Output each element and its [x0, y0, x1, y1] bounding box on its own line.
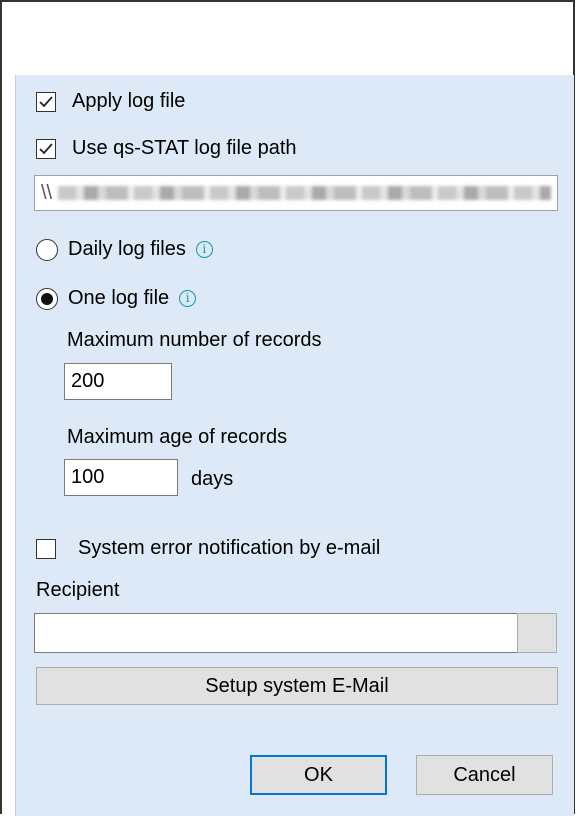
content-panel: Apply log file Use qs-STAT log file path… — [15, 75, 574, 816]
one-log-file-radio[interactable] — [36, 287, 58, 310]
one-log-file-row[interactable]: One log file i — [36, 287, 197, 310]
log-file-path-redacted — [58, 186, 551, 200]
check-icon — [39, 142, 53, 154]
log-file-path-prefix: \\ — [41, 181, 53, 204]
setup-email-button[interactable]: Setup system E-Mail — [36, 667, 558, 705]
log-file-path-field[interactable]: \\ — [34, 175, 558, 211]
apply-log-file-label: Apply log file — [72, 90, 186, 112]
days-label: days — [191, 468, 234, 490]
check-icon — [39, 95, 53, 107]
use-path-label: Use qs-STAT log file path — [72, 137, 297, 159]
daily-log-files-radio[interactable] — [36, 238, 58, 261]
max-records-label: Maximum number of records — [67, 329, 322, 351]
log-settings-dialog: Apply log file Use qs-STAT log file path… — [0, 0, 575, 816]
recipient-browse-button[interactable] — [517, 613, 557, 653]
max-age-label: Maximum age of records — [67, 426, 288, 448]
daily-log-files-row[interactable]: Daily log files i — [36, 238, 213, 261]
use-path-row[interactable]: Use qs-STAT log file path — [36, 137, 297, 160]
info-icon[interactable]: i — [179, 290, 197, 307]
cancel-label: Cancel — [453, 763, 516, 786]
apply-log-file-row[interactable]: Apply log file — [36, 90, 185, 113]
max-records-value: 200 — [71, 370, 105, 392]
ok-label: OK — [304, 763, 333, 786]
max-records-input[interactable]: 200 — [64, 363, 172, 400]
info-icon[interactable]: i — [195, 241, 213, 258]
max-age-input[interactable]: 100 — [64, 459, 178, 496]
ok-button[interactable]: OK — [250, 755, 387, 795]
setup-email-label: Setup system E-Mail — [205, 674, 389, 697]
title-bar — [2, 2, 573, 75]
email-notification-checkbox[interactable] — [36, 538, 56, 559]
apply-log-file-checkbox[interactable] — [36, 91, 56, 112]
radio-selected-dot — [41, 292, 53, 305]
use-path-checkbox[interactable] — [36, 138, 56, 159]
email-notification-label: System error notification by e-mail — [78, 537, 381, 559]
cancel-button[interactable]: Cancel — [416, 755, 553, 795]
recipient-input[interactable] — [34, 613, 518, 653]
daily-log-files-label: Daily log files — [68, 238, 186, 260]
max-age-value: 100 — [71, 466, 105, 488]
recipient-label: Recipient — [36, 579, 120, 601]
one-log-file-label: One log file — [68, 287, 170, 309]
email-notification-row[interactable]: System error notification by e-mail — [36, 537, 380, 560]
